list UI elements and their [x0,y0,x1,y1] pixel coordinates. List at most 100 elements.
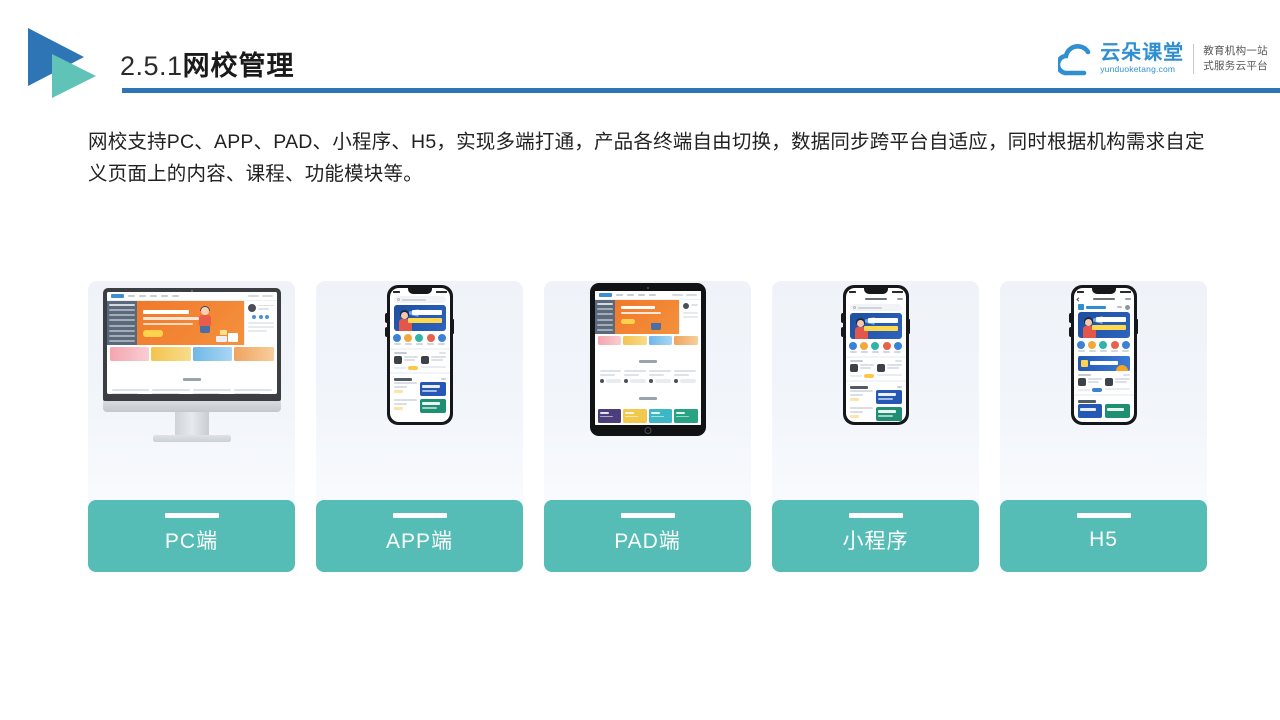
page-title-text: 网校管理 [182,51,295,81]
course-tile [674,409,698,423]
nav-item [149,295,157,297]
website-category-sidebar [106,301,137,345]
nav-item [171,295,179,297]
category-item [404,334,413,345]
title-underline-rule [122,88,1280,93]
app-recommended-header [390,375,450,382]
platform-label-text: H5 [1089,527,1118,551]
app-category-icons [390,331,450,347]
course-tile [648,409,672,423]
platform-card-pad[interactable]: PAD端 [544,281,751,572]
website-hero [106,301,277,345]
iphone-mockup [385,285,454,425]
list-item-thumbnail [875,389,902,404]
banner-props-illustration [215,328,240,342]
platform-card-miniprogram[interactable]: 小程序 [772,281,979,572]
course-tile [623,409,647,423]
imac-stand-neck [174,412,209,435]
h5-brand-bar [1074,303,1134,312]
iphone-display [1073,288,1134,422]
category-item [415,334,424,345]
course-card [393,355,418,370]
promo-tag-icon [1080,359,1088,367]
website-section-heading [595,347,701,370]
platform-card-app[interactable]: APP端 [316,281,523,572]
h5-promo-banner [1077,355,1130,371]
back-arrow-icon[interactable] [1075,296,1081,302]
app-recommended-list [846,389,906,421]
app-course-row [390,355,450,371]
platform-card-pc[interactable]: PC端 [88,281,295,572]
search-icon [396,298,400,301]
iphone-display [845,288,906,422]
app-hero-banner [1077,312,1130,338]
platform-label-button-app[interactable]: APP端 [316,500,523,572]
device-illustration-app [316,281,523,467]
nav-item [138,295,146,297]
divider [389,371,450,374]
ipad-mockup [589,283,706,436]
category-item [437,334,446,345]
slide-root: 2.5.1 网校管理 云朵课堂 yunduoketang.com 教育机构一站 … [0,0,1280,720]
label-tick-mark [392,513,447,518]
browser-page-title [1092,297,1115,301]
brand-mark-icon [1077,304,1084,310]
device-illustration-desktop [88,281,295,467]
panel-text-lines [247,322,274,332]
nav-item [160,295,168,297]
browser-title-bar [1074,295,1134,303]
category-item [393,334,402,345]
brand-logo: 云朵课堂 yunduoketang.com 教育机构一站 式服务云平台 [1055,36,1268,82]
tablet-course-grid-row1 [595,407,701,425]
phone-volume-up-button [841,313,843,323]
platform-label-text: PAD端 [614,529,681,553]
website-logo-icon [598,293,612,297]
app-search-bar[interactable] [393,296,446,303]
platform-label-button-pad[interactable]: PAD端 [544,500,751,572]
phone-status-bar [390,288,450,295]
decorative-arrow-logo [28,28,114,100]
platform-label-button-miniprogram[interactable]: 小程序 [772,500,979,572]
app-search-bar[interactable] [849,304,902,311]
device-illustration-tablet [544,281,751,467]
list-item [849,406,902,421]
list-item [393,381,446,396]
phone-power-button [1136,319,1138,334]
platform-label-button-pc[interactable]: PC端 [88,500,295,572]
website-navbar [106,292,277,301]
ipad-display [594,291,701,425]
divider [845,379,906,382]
divider [845,355,906,358]
label-tick-mark [848,513,903,518]
app-course-row [846,363,906,379]
course-item [152,389,190,394]
app-recommended-list [390,381,450,413]
website-user-panel [243,301,277,345]
user-avatar-icon[interactable] [1124,304,1130,310]
label-tick-mark [620,513,675,518]
brand-text-block: 云朵课堂 yunduoketang.com [1100,42,1185,75]
more-menu-icon[interactable] [896,298,903,300]
website-hero-banner [614,300,679,334]
more-menu-icon[interactable] [1124,298,1131,300]
platform-label-button-h5[interactable]: H5 [1000,500,1207,572]
banner-cta-button [142,330,163,337]
miniprogram-title-bar [846,295,906,303]
user-avatar-row [247,304,274,312]
phone-volume-down-button [841,327,843,337]
website-section-heading [107,363,277,389]
iphone-display [389,288,450,422]
website-mockup [106,292,277,394]
ipad-home-button[interactable] [644,427,651,434]
imac-stand-foot [152,435,231,442]
phone-status-bar [1074,288,1134,295]
page-title: 2.5.1 网校管理 [120,44,295,83]
phone-volume-up-button [385,313,387,323]
miniprogram-title [864,297,887,301]
brand-name: 云朵课堂 [1100,42,1185,65]
website-navbar [594,291,701,300]
list-item-thumbnail [1105,403,1130,418]
imac-display [106,292,277,394]
platform-label-text: APP端 [385,529,454,553]
platform-card-h5[interactable]: H5 [1000,281,1207,572]
